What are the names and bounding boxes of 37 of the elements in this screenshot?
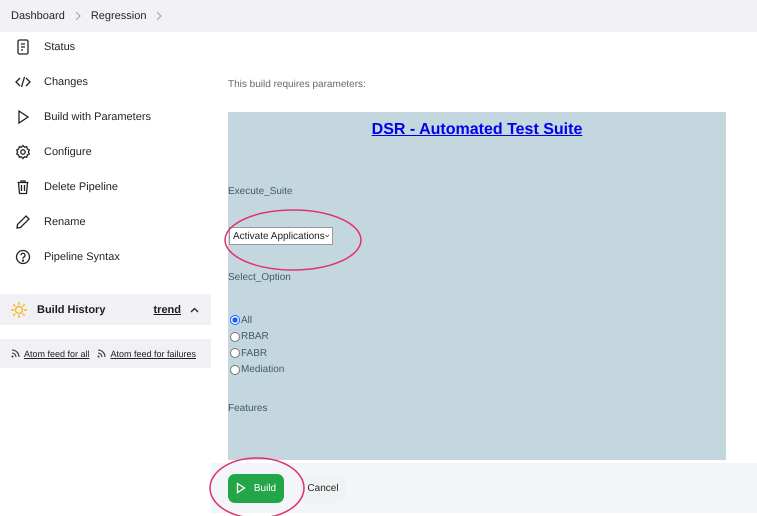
intro-text: This build requires parameters: (228, 79, 367, 90)
suite-dropdown[interactable]: Activate Applications (229, 227, 333, 245)
trend-link[interactable]: trend (154, 304, 181, 316)
pencil-icon (15, 214, 31, 230)
chevron-icon (74, 11, 81, 21)
sidebar-item[interactable]: Pipeline Syntax (0, 239, 211, 274)
parameter-label: Execute_Suite (228, 186, 292, 197)
document-icon (15, 38, 31, 54)
sidebar-item[interactable]: Configure (0, 134, 211, 169)
help-icon (15, 248, 31, 264)
radio-option[interactable]: All (230, 314, 284, 326)
chevron-icon (156, 11, 162, 21)
rss-icon (10, 349, 20, 358)
suite-title-link[interactable]: DSR - Automated Test Suite (372, 121, 582, 139)
radio-option[interactable]: FABR (230, 347, 284, 360)
feed-link[interactable]: Atom feed for failures (110, 348, 196, 358)
sidebar-item[interactable]: Delete Pipeline (0, 169, 211, 204)
breadcrumb-link[interactable]: Regression (90, 10, 146, 22)
collapse-caret-icon[interactable] (190, 306, 199, 312)
sun-icon (10, 300, 28, 318)
sidebar-item[interactable]: Rename (0, 204, 211, 239)
caret-icon (324, 234, 329, 238)
parameter-label: Features (228, 403, 268, 414)
trash-icon (15, 178, 31, 194)
gear-icon (15, 144, 31, 160)
parameter-label: Select_Option (228, 272, 291, 283)
sidebar-item[interactable]: Status (0, 29, 211, 64)
feed-link[interactable]: Atom feed for all (24, 348, 90, 358)
sidebar-item[interactable]: Changes (0, 64, 211, 99)
radio-option[interactable]: RBAR (230, 330, 284, 343)
sidebar-item[interactable]: Build with Parameters (0, 99, 211, 134)
radio-option[interactable]: Mediation (230, 364, 284, 376)
cancel-button[interactable]: Cancel (300, 474, 346, 502)
section-title: Build History (37, 304, 106, 316)
rss-icon (97, 349, 106, 358)
breadcrumb-link[interactable]: Dashboard (11, 10, 65, 22)
play-icon (236, 482, 246, 494)
